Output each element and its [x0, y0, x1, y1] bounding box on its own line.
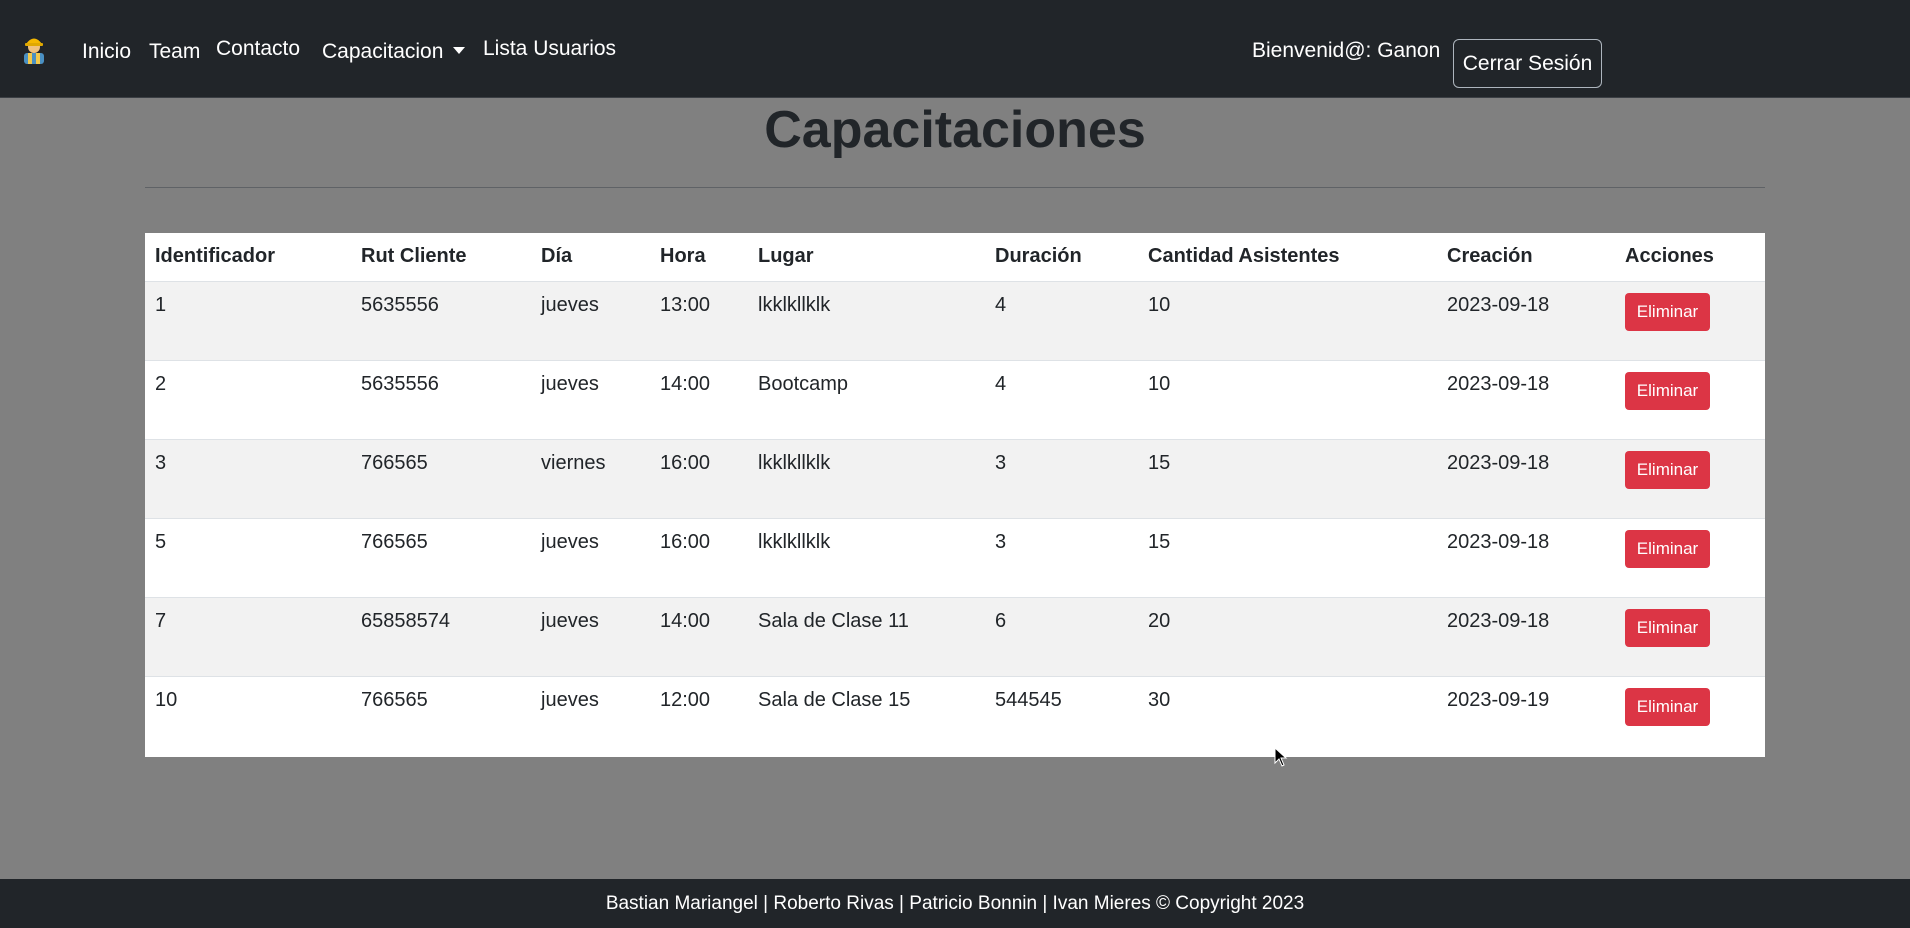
delete-button[interactable]: Eliminar	[1625, 450, 1710, 489]
divider	[145, 187, 1765, 188]
trainings-table: Identificador Rut Cliente Día Hora Lugar…	[145, 233, 1765, 755]
cell-id: 10	[155, 688, 178, 711]
cell-rut: 766565	[361, 688, 428, 711]
cell-rut: 766565	[351, 439, 531, 519]
nav-link-team[interactable]: Team	[149, 40, 200, 64]
cell-dia: jueves	[531, 518, 650, 598]
table-row: 10 766565 jueves 12:00 Sala de Clase 15 …	[145, 676, 1765, 755]
cell-creacion: 2023-09-18	[1437, 439, 1615, 519]
header-lugar: Lugar	[748, 233, 985, 282]
cell-creacion: 2023-09-18	[1437, 518, 1615, 598]
cell-dia: jueves	[531, 281, 650, 361]
cell-asistentes: 15	[1138, 439, 1437, 519]
cell-rut: 5635556	[351, 281, 531, 361]
header-hora: Hora	[650, 233, 748, 282]
nav-link-contacto[interactable]: Contacto	[216, 37, 300, 61]
header-identificador: Identificador	[145, 233, 351, 282]
cell-lugar: Bootcamp	[748, 360, 985, 440]
cell-lugar: lkklkllklk	[748, 281, 985, 361]
cell-hora: 13:00	[650, 281, 748, 361]
cell-hora: 14:00	[650, 597, 748, 677]
cell-duracion: 3	[985, 439, 1138, 519]
cell-rut: 65858574	[351, 597, 531, 677]
cell-acciones: Eliminar	[1615, 439, 1765, 519]
cell-asistentes: 30	[1148, 688, 1171, 711]
cell-acciones: Eliminar	[1615, 597, 1765, 677]
footer: Bastian Mariangel | Roberto Rivas | Patr…	[0, 879, 1910, 928]
cell-acciones: Eliminar	[1615, 360, 1765, 440]
cell-duracion: 4	[985, 360, 1138, 440]
cell-id: 2	[145, 360, 351, 440]
logout-button[interactable]: Cerrar Sesión	[1453, 39, 1602, 88]
cell-dia: jueves	[531, 597, 650, 677]
table-row: 5 766565 jueves 16:00 lkklkllklk 3 15 20…	[145, 518, 1765, 598]
trainings-table-container: Identificador Rut Cliente Día Hora Lugar…	[145, 233, 1765, 757]
cell-duracion: 4	[985, 281, 1138, 361]
navbar: Inicio Team Contacto Capacitacion Lista …	[0, 0, 1910, 98]
delete-button[interactable]: Eliminar	[1625, 529, 1710, 568]
delete-button[interactable]: Eliminar	[1625, 371, 1710, 410]
cell-creacion: 2023-09-19	[1447, 688, 1550, 711]
table-header-row: Identificador Rut Cliente Día Hora Lugar…	[145, 233, 1765, 282]
cell-id: 1	[145, 281, 351, 361]
nav-dropdown-capacitacion[interactable]: Capacitacion	[322, 40, 466, 64]
nav-link-lista-usuarios[interactable]: Lista Usuarios	[483, 37, 616, 61]
cell-asistentes: 20	[1138, 597, 1437, 677]
table-row: 2 5635556 jueves 14:00 Bootcamp 4 10 202…	[145, 360, 1765, 440]
cell-hora: 14:00	[650, 360, 748, 440]
cell-asistentes: 15	[1138, 518, 1437, 598]
cell-id: 5	[145, 518, 351, 598]
delete-button[interactable]: Eliminar	[1625, 608, 1710, 647]
caret-down-icon	[453, 46, 466, 54]
cell-acciones: Eliminar	[1615, 281, 1765, 361]
cell-dia: jueves	[531, 360, 650, 440]
cell-acciones: Eliminar	[1615, 518, 1765, 598]
cell-creacion: 2023-09-18	[1437, 597, 1615, 677]
cell-lugar: Sala de Clase 11	[748, 597, 985, 677]
table-row: 7 65858574 jueves 14:00 Sala de Clase 11…	[145, 597, 1765, 677]
cell-hora: 12:00	[660, 688, 711, 711]
table-row: 3 766565 viernes 16:00 lkklkllklk 3 15 2…	[145, 439, 1765, 519]
cell-lugar: lkklkllklk	[748, 439, 985, 519]
cell-duracion: 6	[985, 597, 1138, 677]
header-dia: Día	[531, 233, 650, 282]
delete-button[interactable]: Eliminar	[1625, 292, 1710, 331]
cell-duracion: 544545	[995, 688, 1062, 711]
cell-id: 3	[145, 439, 351, 519]
cell-asistentes: 10	[1138, 360, 1437, 440]
cell-dia: jueves	[541, 688, 599, 711]
cell-hora: 16:00	[650, 439, 748, 519]
cell-dia: viernes	[531, 439, 650, 519]
header-cantidad-asistentes: Cantidad Asistentes	[1138, 233, 1437, 282]
header-creacion: Creación	[1437, 233, 1615, 282]
page-title: Capacitaciones	[764, 101, 1146, 159]
cell-lugar: lkklkllklk	[748, 518, 985, 598]
cell-duracion: 3	[985, 518, 1138, 598]
header-duracion: Duración	[985, 233, 1138, 282]
cell-rut: 766565	[351, 518, 531, 598]
footer-text: Bastian Mariangel | Roberto Rivas | Patr…	[605, 893, 1305, 914]
worker-icon[interactable]	[18, 33, 50, 65]
mouse-cursor-icon	[1274, 746, 1288, 767]
welcome-text: Bienvenid@: Ganon	[1252, 39, 1441, 62]
nav-link-inicio[interactable]: Inicio	[82, 40, 131, 64]
cell-acciones: Eliminar	[1615, 676, 1765, 755]
delete-button[interactable]: Eliminar	[1625, 687, 1710, 726]
cell-asistentes: 10	[1138, 281, 1437, 361]
nav-dropdown-label: Capacitacion	[322, 40, 444, 63]
cell-hora: 16:00	[650, 518, 748, 598]
cell-creacion: 2023-09-18	[1437, 281, 1615, 361]
header-rut-cliente: Rut Cliente	[351, 233, 531, 282]
cell-lugar: Sala de Clase 15	[758, 688, 911, 711]
cell-creacion: 2023-09-18	[1437, 360, 1615, 440]
cell-id: 7	[145, 597, 351, 677]
cell-rut: 5635556	[351, 360, 531, 440]
table-row: 1 5635556 jueves 13:00 lkklkllklk 4 10 2…	[145, 281, 1765, 361]
header-acciones: Acciones	[1615, 233, 1765, 282]
